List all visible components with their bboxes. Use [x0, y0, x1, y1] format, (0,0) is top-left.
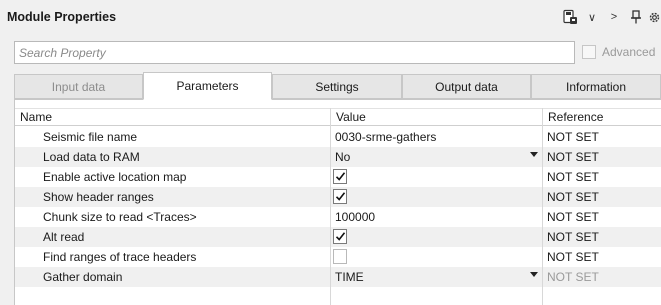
- advanced-label: Advanced: [602, 45, 656, 59]
- advanced-toggle[interactable]: Advanced: [582, 45, 655, 59]
- tab-output-data[interactable]: Output data: [402, 74, 531, 99]
- property-name: Show header ranges: [43, 190, 154, 204]
- property-name: Load data to RAM: [43, 150, 140, 164]
- chevron-down-icon[interactable]: ∨: [581, 7, 603, 27]
- search-property-input[interactable]: [14, 41, 575, 64]
- dropdown-arrow-icon[interactable]: [530, 152, 538, 157]
- property-name: Find ranges of trace headers: [43, 250, 197, 264]
- pin-icon[interactable]: [625, 7, 647, 27]
- property-row-gather-domain[interactable]: Gather domain TIME NOT SET: [15, 267, 661, 287]
- property-reference: NOT SET: [547, 130, 599, 144]
- property-row-chunk-size[interactable]: Chunk size to read <Traces> 100000 NOT S…: [15, 207, 661, 227]
- property-name: Seismic file name: [43, 130, 138, 144]
- chevron-right-icon[interactable]: >: [603, 7, 625, 27]
- checkbox-checked[interactable]: [333, 169, 347, 184]
- column-divider: [330, 108, 331, 305]
- property-row-alt-read[interactable]: Alt read NOT SET: [15, 227, 661, 247]
- title-bar: Module Properties ∨ >: [0, 0, 661, 34]
- property-row-show-header-ranges[interactable]: Show header ranges NOT SET: [15, 187, 661, 207]
- tab-settings[interactable]: Settings: [272, 74, 402, 99]
- column-header-value[interactable]: Value: [330, 109, 542, 126]
- checkbox-checked[interactable]: [333, 229, 347, 244]
- property-reference: NOT SET: [547, 170, 599, 184]
- checkbox-unchecked[interactable]: [333, 249, 347, 264]
- property-value-dropdown[interactable]: TIME: [335, 267, 364, 287]
- property-row-load-data-to-ram[interactable]: Load data to RAM No NOT SET: [15, 147, 661, 167]
- property-reference: NOT SET: [547, 250, 599, 264]
- checkmark-icon: [335, 232, 346, 241]
- property-reference: NOT SET: [547, 230, 599, 244]
- property-value[interactable]: 100000: [335, 207, 375, 227]
- search-row: Advanced: [0, 40, 661, 66]
- column-header-reference[interactable]: Reference: [542, 109, 661, 126]
- advanced-checkbox[interactable]: [582, 45, 596, 59]
- checkmark-icon: [335, 172, 346, 181]
- property-reference: NOT SET: [547, 270, 599, 284]
- property-value-dropdown[interactable]: No: [335, 147, 350, 167]
- property-row-enable-active-location-map[interactable]: Enable active location map NOT SET: [15, 167, 661, 187]
- property-name: Chunk size to read <Traces>: [43, 210, 197, 224]
- column-header-name[interactable]: Name: [15, 109, 330, 126]
- property-row-seismic-file-name[interactable]: Seismic file name 0030-srme-gathers NOT …: [15, 127, 661, 147]
- tab-bar: Input data Parameters Settings Output da…: [14, 72, 661, 100]
- checkmark-icon: [335, 192, 346, 201]
- checkbox-checked[interactable]: [333, 189, 347, 204]
- property-grid: Name Value Reference Seismic file name 0…: [14, 99, 661, 305]
- property-reference: NOT SET: [547, 190, 599, 204]
- property-name: Alt read: [43, 230, 85, 244]
- window-title: Module Properties: [7, 10, 117, 24]
- property-value[interactable]: 0030-srme-gathers: [335, 127, 436, 147]
- column-divider: [542, 108, 543, 305]
- dropdown-arrow-icon[interactable]: [530, 272, 538, 277]
- save-settings-icon[interactable]: [559, 7, 581, 27]
- title-bar-toolbar: ∨ >: [559, 7, 661, 27]
- grid-header: Name Value Reference: [15, 108, 661, 126]
- property-reference: NOT SET: [547, 150, 599, 164]
- gear-icon[interactable]: [647, 7, 661, 27]
- property-name: Enable active location map: [43, 170, 187, 184]
- tab-input-data[interactable]: Input data: [14, 74, 143, 99]
- property-row-find-ranges[interactable]: Find ranges of trace headers NOT SET: [15, 247, 661, 267]
- property-reference: NOT SET: [547, 210, 599, 224]
- tab-information[interactable]: Information: [531, 74, 661, 99]
- tab-parameters[interactable]: Parameters: [143, 72, 272, 100]
- property-name: Gather domain: [43, 270, 123, 284]
